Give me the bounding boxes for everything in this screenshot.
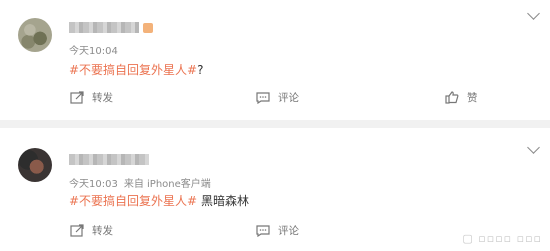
avatar[interactable]	[18, 148, 52, 182]
like-button[interactable]: 赞	[445, 90, 478, 105]
post-text-suffix: ?	[197, 63, 204, 77]
repost-label: 转发	[92, 225, 113, 237]
comment-icon	[256, 224, 270, 237]
post-text: #不要搞自回复外星人#?	[69, 61, 204, 78]
comment-icon	[256, 91, 270, 104]
comment-label: 评论	[278, 225, 299, 237]
post-text-suffix: 黑暗森林	[197, 194, 249, 208]
post-meta: 今天10:03 来自 iPhone客户端	[69, 175, 211, 190]
post-meta: 今天10:04	[69, 42, 118, 57]
username-blurred[interactable]	[69, 154, 149, 165]
hashtag-link[interactable]: #不要搞自回复外星人#	[69, 194, 197, 208]
watermark-blurred: ▢ ▫▫▫▫ ▫▫▫	[462, 232, 542, 245]
comment-button[interactable]: 评论	[256, 90, 299, 105]
post-card: 今天10:03 来自 iPhone客户端 #不要搞自回复外星人# 黑暗森林 转发 …	[0, 128, 550, 251]
avatar[interactable]	[18, 18, 52, 52]
like-label: 赞	[467, 92, 478, 104]
user-badge-icon	[143, 23, 153, 33]
comment-button[interactable]: 评论	[256, 223, 299, 238]
chevron-down-icon[interactable]	[527, 141, 540, 154]
chevron-down-icon[interactable]	[527, 7, 540, 20]
repost-icon	[70, 91, 84, 104]
post-source: 来自 iPhone客户端	[123, 179, 211, 190]
comment-label: 评论	[278, 92, 299, 104]
repost-button[interactable]: 转发	[70, 223, 113, 238]
thumbs-up-icon	[445, 91, 459, 104]
repost-button[interactable]: 转发	[70, 90, 113, 105]
repost-label: 转发	[92, 92, 113, 104]
post-text: #不要搞自回复外星人# 黑暗森林	[69, 192, 249, 209]
post-card: 今天10:04 #不要搞自回复外星人#? 转发 评论 赞	[0, 0, 550, 120]
post-time[interactable]: 今天10:04	[69, 46, 118, 57]
action-bar: 转发 评论 赞	[0, 90, 550, 110]
username-blurred[interactable]	[69, 22, 139, 33]
repost-icon	[70, 224, 84, 237]
hashtag-link[interactable]: #不要搞自回复外星人#	[69, 63, 197, 77]
post-time[interactable]: 今天10:03	[69, 179, 118, 190]
